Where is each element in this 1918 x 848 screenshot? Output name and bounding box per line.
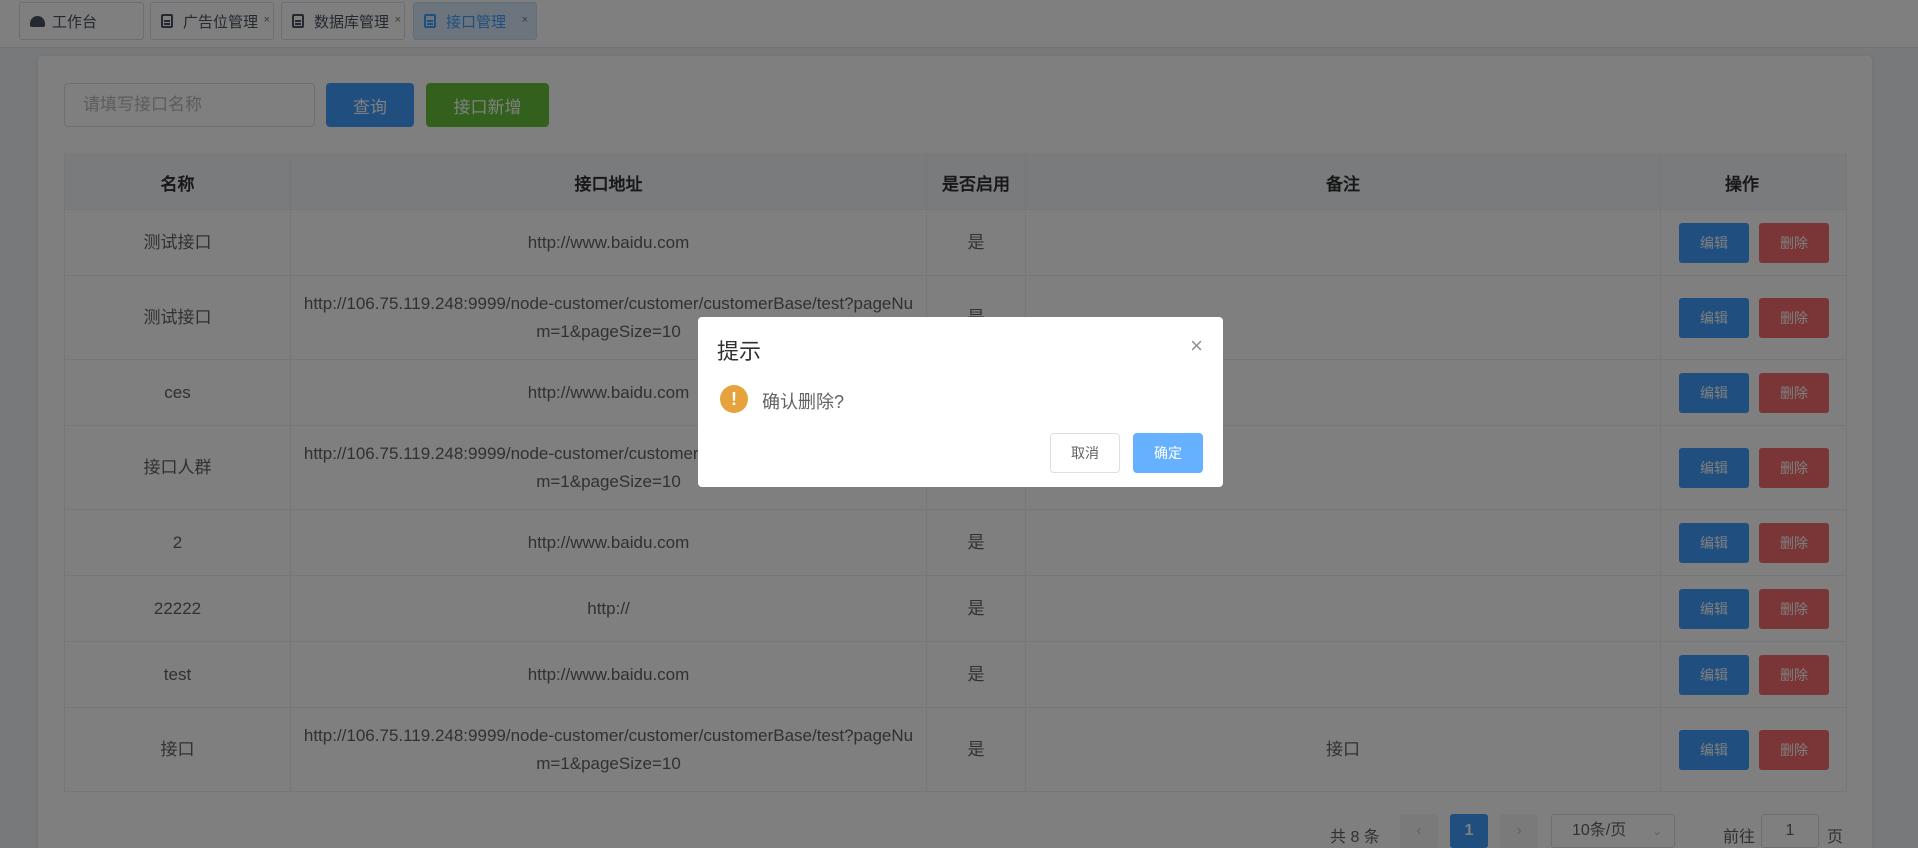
warning-icon: ! bbox=[720, 385, 748, 413]
close-icon[interactable]: × bbox=[1190, 335, 1203, 357]
confirm-button[interactable]: 确定 bbox=[1133, 433, 1203, 473]
confirm-dialog: 提示 × ! 确认删除? 取消 确定 bbox=[698, 317, 1223, 487]
dialog-title: 提示 bbox=[717, 339, 762, 364]
cancel-button[interactable]: 取消 bbox=[1050, 433, 1120, 473]
dialog-message: 确认删除? bbox=[762, 392, 845, 412]
